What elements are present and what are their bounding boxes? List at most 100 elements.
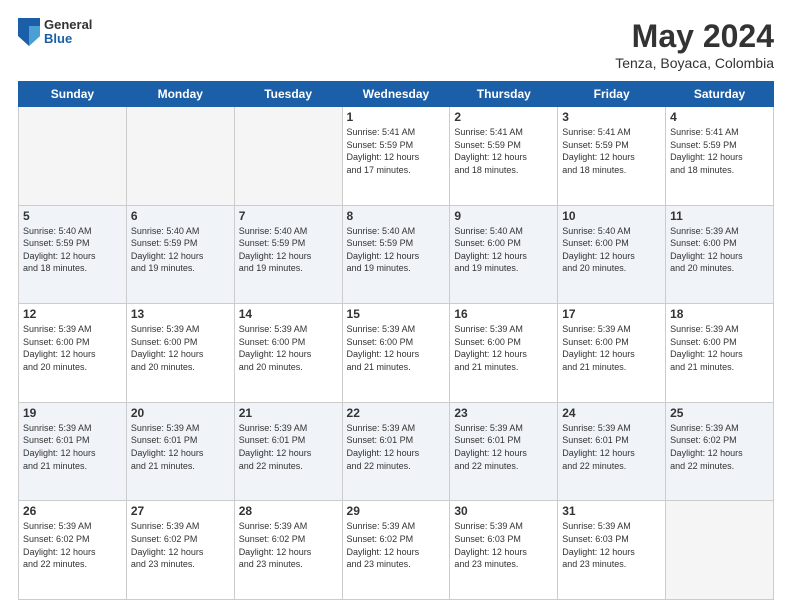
day-info: Sunrise: 5:39 AM Sunset: 6:03 PM Dayligh…	[454, 520, 553, 570]
table-row: 26 Sunrise: 5:39 AM Sunset: 6:02 PM Dayli…	[19, 501, 127, 600]
day-info: Sunrise: 5:40 AM Sunset: 5:59 PM Dayligh…	[347, 225, 446, 275]
day-info: Sunrise: 5:41 AM Sunset: 5:59 PM Dayligh…	[347, 126, 446, 176]
logo-blue: Blue	[44, 32, 92, 46]
day-number: 6	[131, 209, 230, 223]
day-number: 7	[239, 209, 338, 223]
day-info: Sunrise: 5:39 AM Sunset: 6:01 PM Dayligh…	[239, 422, 338, 472]
header-wednesday: Wednesday	[342, 82, 450, 107]
day-info: Sunrise: 5:39 AM Sunset: 6:00 PM Dayligh…	[347, 323, 446, 373]
day-number: 13	[131, 307, 230, 321]
header-friday: Friday	[558, 82, 666, 107]
day-number: 21	[239, 406, 338, 420]
header-saturday: Saturday	[666, 82, 774, 107]
table-row: 13 Sunrise: 5:39 AM Sunset: 6:00 PM Dayli…	[126, 304, 234, 403]
logo: General Blue	[18, 18, 92, 47]
subtitle: Tenza, Boyaca, Colombia	[615, 55, 774, 71]
day-number: 25	[670, 406, 769, 420]
day-number: 1	[347, 110, 446, 124]
table-row: 6Sunrise: 5:40 AM Sunset: 5:59 PM Daylig…	[126, 205, 234, 304]
table-row: 28Sunrise: 5:39 AM Sunset: 6:02 PM Dayli…	[234, 501, 342, 600]
table-row: 29Sunrise: 5:39 AM Sunset: 6:02 PM Dayli…	[342, 501, 450, 600]
day-number: 9	[454, 209, 553, 223]
day-info: Sunrise: 5:39 AM Sunset: 6:02 PM Dayligh…	[131, 520, 230, 570]
table-row: 16 Sunrise: 5:39 AM Sunset: 6:00 PM Dayli…	[450, 304, 558, 403]
logo-general: General	[44, 18, 92, 32]
day-info: Sunrise: 5:39 AM Sunset: 6:01 PM Dayligh…	[23, 422, 122, 472]
table-row: 7Sunrise: 5:40 AM Sunset: 5:59 PM Daylig…	[234, 205, 342, 304]
table-row: 2Sunrise: 5:41 AM Sunset: 5:59 PM Daylig…	[450, 107, 558, 206]
table-row: 10 Sunrise: 5:40 AM Sunset: 6:00 PM Dayli…	[558, 205, 666, 304]
day-number: 19	[23, 406, 122, 420]
day-number: 27	[131, 504, 230, 518]
table-row	[126, 107, 234, 206]
day-number: 16	[454, 307, 553, 321]
table-row	[19, 107, 127, 206]
header-thursday: Thursday	[450, 82, 558, 107]
calendar: Sunday Monday Tuesday Wednesday Thursday…	[18, 81, 774, 600]
header: General Blue May 2024 Tenza, Boyaca, Col…	[18, 18, 774, 71]
day-number: 8	[347, 209, 446, 223]
day-info: Sunrise: 5:39 AM Sunset: 6:00 PM Dayligh…	[131, 323, 230, 373]
day-number: 3	[562, 110, 661, 124]
day-number: 10	[562, 209, 661, 223]
day-number: 18	[670, 307, 769, 321]
table-row: 19 Sunrise: 5:39 AM Sunset: 6:01 PM Dayli…	[19, 402, 127, 501]
day-number: 30	[454, 504, 553, 518]
day-number: 31	[562, 504, 661, 518]
table-row: 14Sunrise: 5:39 AM Sunset: 6:00 PM Dayli…	[234, 304, 342, 403]
table-row: 18Sunrise: 5:39 AM Sunset: 6:00 PM Dayli…	[666, 304, 774, 403]
header-tuesday: Tuesday	[234, 82, 342, 107]
table-row: 31Sunrise: 5:39 AM Sunset: 6:03 PM Dayli…	[558, 501, 666, 600]
table-row: 8 Sunrise: 5:40 AM Sunset: 5:59 PM Daylig…	[342, 205, 450, 304]
table-row: 3 Sunrise: 5:41 AM Sunset: 5:59 PM Daylig…	[558, 107, 666, 206]
day-number: 15	[347, 307, 446, 321]
day-info: Sunrise: 5:39 AM Sunset: 6:01 PM Dayligh…	[347, 422, 446, 472]
day-info: Sunrise: 5:39 AM Sunset: 6:02 PM Dayligh…	[670, 422, 769, 472]
day-number: 23	[454, 406, 553, 420]
calendar-week-row: 5Sunrise: 5:40 AM Sunset: 5:59 PM Daylig…	[19, 205, 774, 304]
table-row: 22Sunrise: 5:39 AM Sunset: 6:01 PM Dayli…	[342, 402, 450, 501]
table-row: 12 Sunrise: 5:39 AM Sunset: 6:00 PM Dayli…	[19, 304, 127, 403]
table-row: 1 Sunrise: 5:41 AM Sunset: 5:59 PM Daylig…	[342, 107, 450, 206]
day-number: 20	[131, 406, 230, 420]
table-row	[234, 107, 342, 206]
page: General Blue May 2024 Tenza, Boyaca, Col…	[0, 0, 792, 612]
weekday-header-row: Sunday Monday Tuesday Wednesday Thursday…	[19, 82, 774, 107]
day-info: Sunrise: 5:40 AM Sunset: 5:59 PM Dayligh…	[23, 225, 122, 275]
day-number: 26	[23, 504, 122, 518]
day-number: 2	[454, 110, 553, 124]
table-row: 20Sunrise: 5:39 AM Sunset: 6:01 PM Dayli…	[126, 402, 234, 501]
day-info: Sunrise: 5:39 AM Sunset: 6:02 PM Dayligh…	[239, 520, 338, 570]
day-info: Sunrise: 5:41 AM Sunset: 5:59 PM Dayligh…	[670, 126, 769, 176]
table-row	[666, 501, 774, 600]
table-row: 30 Sunrise: 5:39 AM Sunset: 6:03 PM Dayli…	[450, 501, 558, 600]
header-monday: Monday	[126, 82, 234, 107]
table-row: 17 Sunrise: 5:39 AM Sunset: 6:00 PM Dayli…	[558, 304, 666, 403]
day-info: Sunrise: 5:39 AM Sunset: 6:00 PM Dayligh…	[670, 225, 769, 275]
day-number: 17	[562, 307, 661, 321]
day-info: Sunrise: 5:39 AM Sunset: 6:02 PM Dayligh…	[23, 520, 122, 570]
day-number: 11	[670, 209, 769, 223]
table-row: 27 Sunrise: 5:39 AM Sunset: 6:02 PM Dayli…	[126, 501, 234, 600]
calendar-week-row: 12 Sunrise: 5:39 AM Sunset: 6:00 PM Dayli…	[19, 304, 774, 403]
calendar-week-row: 26 Sunrise: 5:39 AM Sunset: 6:02 PM Dayli…	[19, 501, 774, 600]
table-row: 9 Sunrise: 5:40 AM Sunset: 6:00 PM Daylig…	[450, 205, 558, 304]
day-info: Sunrise: 5:40 AM Sunset: 6:00 PM Dayligh…	[562, 225, 661, 275]
day-info: Sunrise: 5:39 AM Sunset: 6:00 PM Dayligh…	[454, 323, 553, 373]
table-row: 5Sunrise: 5:40 AM Sunset: 5:59 PM Daylig…	[19, 205, 127, 304]
table-row: 15 Sunrise: 5:39 AM Sunset: 6:00 PM Dayli…	[342, 304, 450, 403]
day-info: Sunrise: 5:39 AM Sunset: 6:00 PM Dayligh…	[562, 323, 661, 373]
day-info: Sunrise: 5:39 AM Sunset: 6:00 PM Dayligh…	[23, 323, 122, 373]
header-sunday: Sunday	[19, 82, 127, 107]
table-row: 23Sunrise: 5:39 AM Sunset: 6:01 PM Dayli…	[450, 402, 558, 501]
day-number: 4	[670, 110, 769, 124]
day-number: 14	[239, 307, 338, 321]
calendar-week-row: 1 Sunrise: 5:41 AM Sunset: 5:59 PM Daylig…	[19, 107, 774, 206]
day-info: Sunrise: 5:41 AM Sunset: 5:59 PM Dayligh…	[562, 126, 661, 176]
table-row: 4 Sunrise: 5:41 AM Sunset: 5:59 PM Daylig…	[666, 107, 774, 206]
day-number: 12	[23, 307, 122, 321]
day-number: 24	[562, 406, 661, 420]
day-info: Sunrise: 5:40 AM Sunset: 6:00 PM Dayligh…	[454, 225, 553, 275]
main-title: May 2024	[615, 18, 774, 55]
day-info: Sunrise: 5:39 AM Sunset: 6:01 PM Dayligh…	[562, 422, 661, 472]
